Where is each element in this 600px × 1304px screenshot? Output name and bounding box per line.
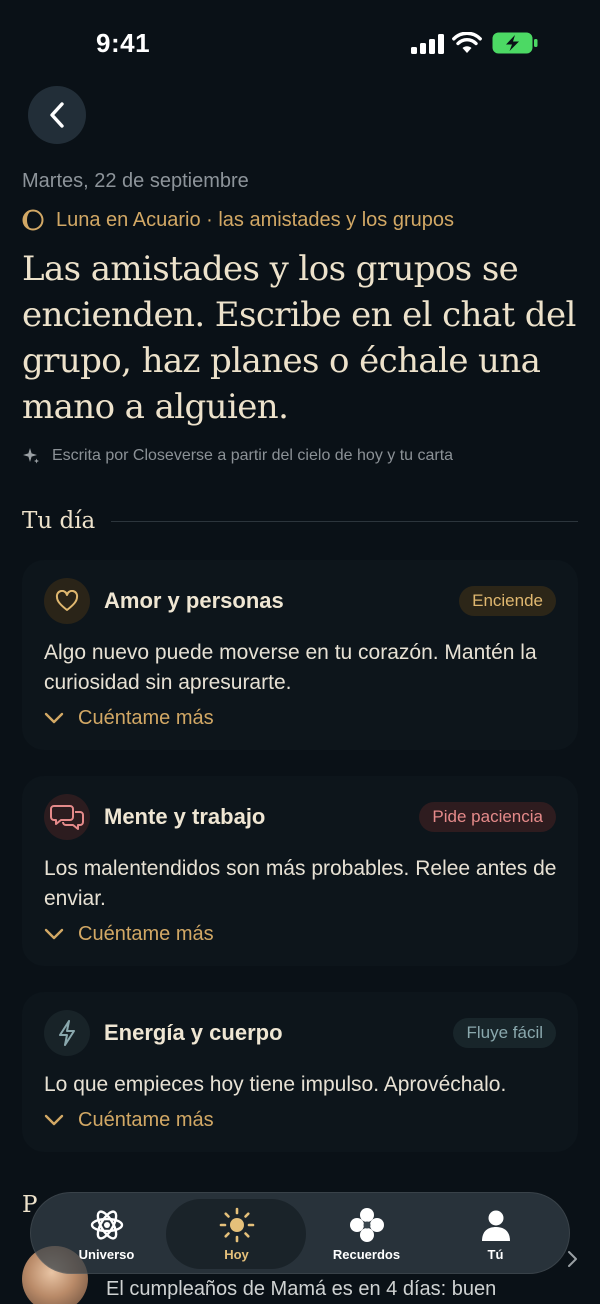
card-body: Los malentendidos son más probables. Rel… [44,857,557,910]
tab-label: Recuerdos [332,1246,401,1262]
status-badge: Fluye fácil [453,1018,556,1048]
tab-recuerdos[interactable]: Recuerdos [299,1193,434,1275]
sun-icon [219,1207,254,1242]
status-time: 9:41 [96,28,151,58]
flower-icon [349,1207,384,1242]
daily-headline: Las amistades y los grupos se encienden.… [22,249,576,427]
tell-me-more-button[interactable]: Cuéntame más [44,919,214,949]
card-love: Amor y personas Enciende Algo nuevo pued… [22,560,578,750]
attribution-text: Escrita por Closeverse a partir del ciel… [52,447,454,464]
atom-icon [90,1209,123,1240]
card-body: Lo que empieces hoy tiene impulso. Aprov… [44,1073,507,1096]
card-header: Energía y cuerpo Fluye fácil [44,1010,556,1056]
card-title: Energía y cuerpo [104,1020,283,1045]
wifi-icon [452,32,482,53]
card-title: Mente y trabajo [104,804,266,829]
card-header: Mente y trabajo Pide paciencia [44,794,556,840]
tell-me-more-label: Cuéntame más [78,922,214,945]
date-label: Martes, 22 de septiembre [22,170,249,192]
status-badge: Enciende [459,586,556,616]
section-divider [111,520,578,522]
person-icon [481,1210,510,1241]
status-badge: Pide paciencia [419,802,556,832]
chevron-down-icon [44,928,64,940]
tab-hoy[interactable]: Hoy [169,1193,304,1275]
cellular-signal-icon [411,34,444,54]
back-button[interactable] [28,86,86,144]
tell-me-more-button[interactable]: Cuéntame más [44,703,214,733]
card-energy: Energía y cuerpo Fluye fácil Lo que empi… [22,992,578,1152]
sparkle-icon [23,448,39,464]
card-title: Amor y personas [104,588,284,613]
battery-charging-icon [492,32,538,54]
heart-icon [44,578,90,624]
status-bar: 9:41 [0,0,600,90]
chevron-down-icon [44,1114,64,1126]
tell-me-more-label: Cuéntame más [78,706,214,729]
tab-label: Hoy [224,1246,249,1262]
card-mind: Mente y trabajo Pide paciencia Los malen… [22,776,578,966]
section-title: Tu día [22,508,96,534]
tab-label: Tú [487,1246,504,1262]
chevron-right-icon[interactable] [566,1250,580,1268]
lightning-icon [44,1010,90,1056]
tab-universo[interactable]: Universo [39,1193,174,1275]
tab-label: Universo [78,1246,135,1262]
card-header: Amor y personas Enciende [44,578,556,624]
tab-bar: Universo Hoy Recuerdos Tú [30,1192,570,1274]
card-body: Algo nuevo puede moverse en tu corazón. … [44,641,537,694]
chevron-down-icon [44,712,64,724]
section-header-tu-dia: Tu día [22,504,578,538]
moon-icon [22,209,44,231]
chevron-left-icon [50,102,64,128]
attribution-line: Escrita por Closeverse a partir del ciel… [22,444,453,468]
tell-me-more-button[interactable]: Cuéntame más [44,1105,214,1135]
transit-text: Luna en Acuario · las amistades y los gr… [56,208,454,231]
transit-line: Luna en Acuario · las amistades y los gr… [22,206,454,234]
tell-me-more-label: Cuéntame más [78,1108,214,1131]
birthday-reminder[interactable]: El cumpleaños de Mamá es en 4 días: buen [106,1278,496,1301]
chat-bubbles-icon [44,794,90,840]
tab-tu[interactable]: Tú [428,1193,563,1275]
